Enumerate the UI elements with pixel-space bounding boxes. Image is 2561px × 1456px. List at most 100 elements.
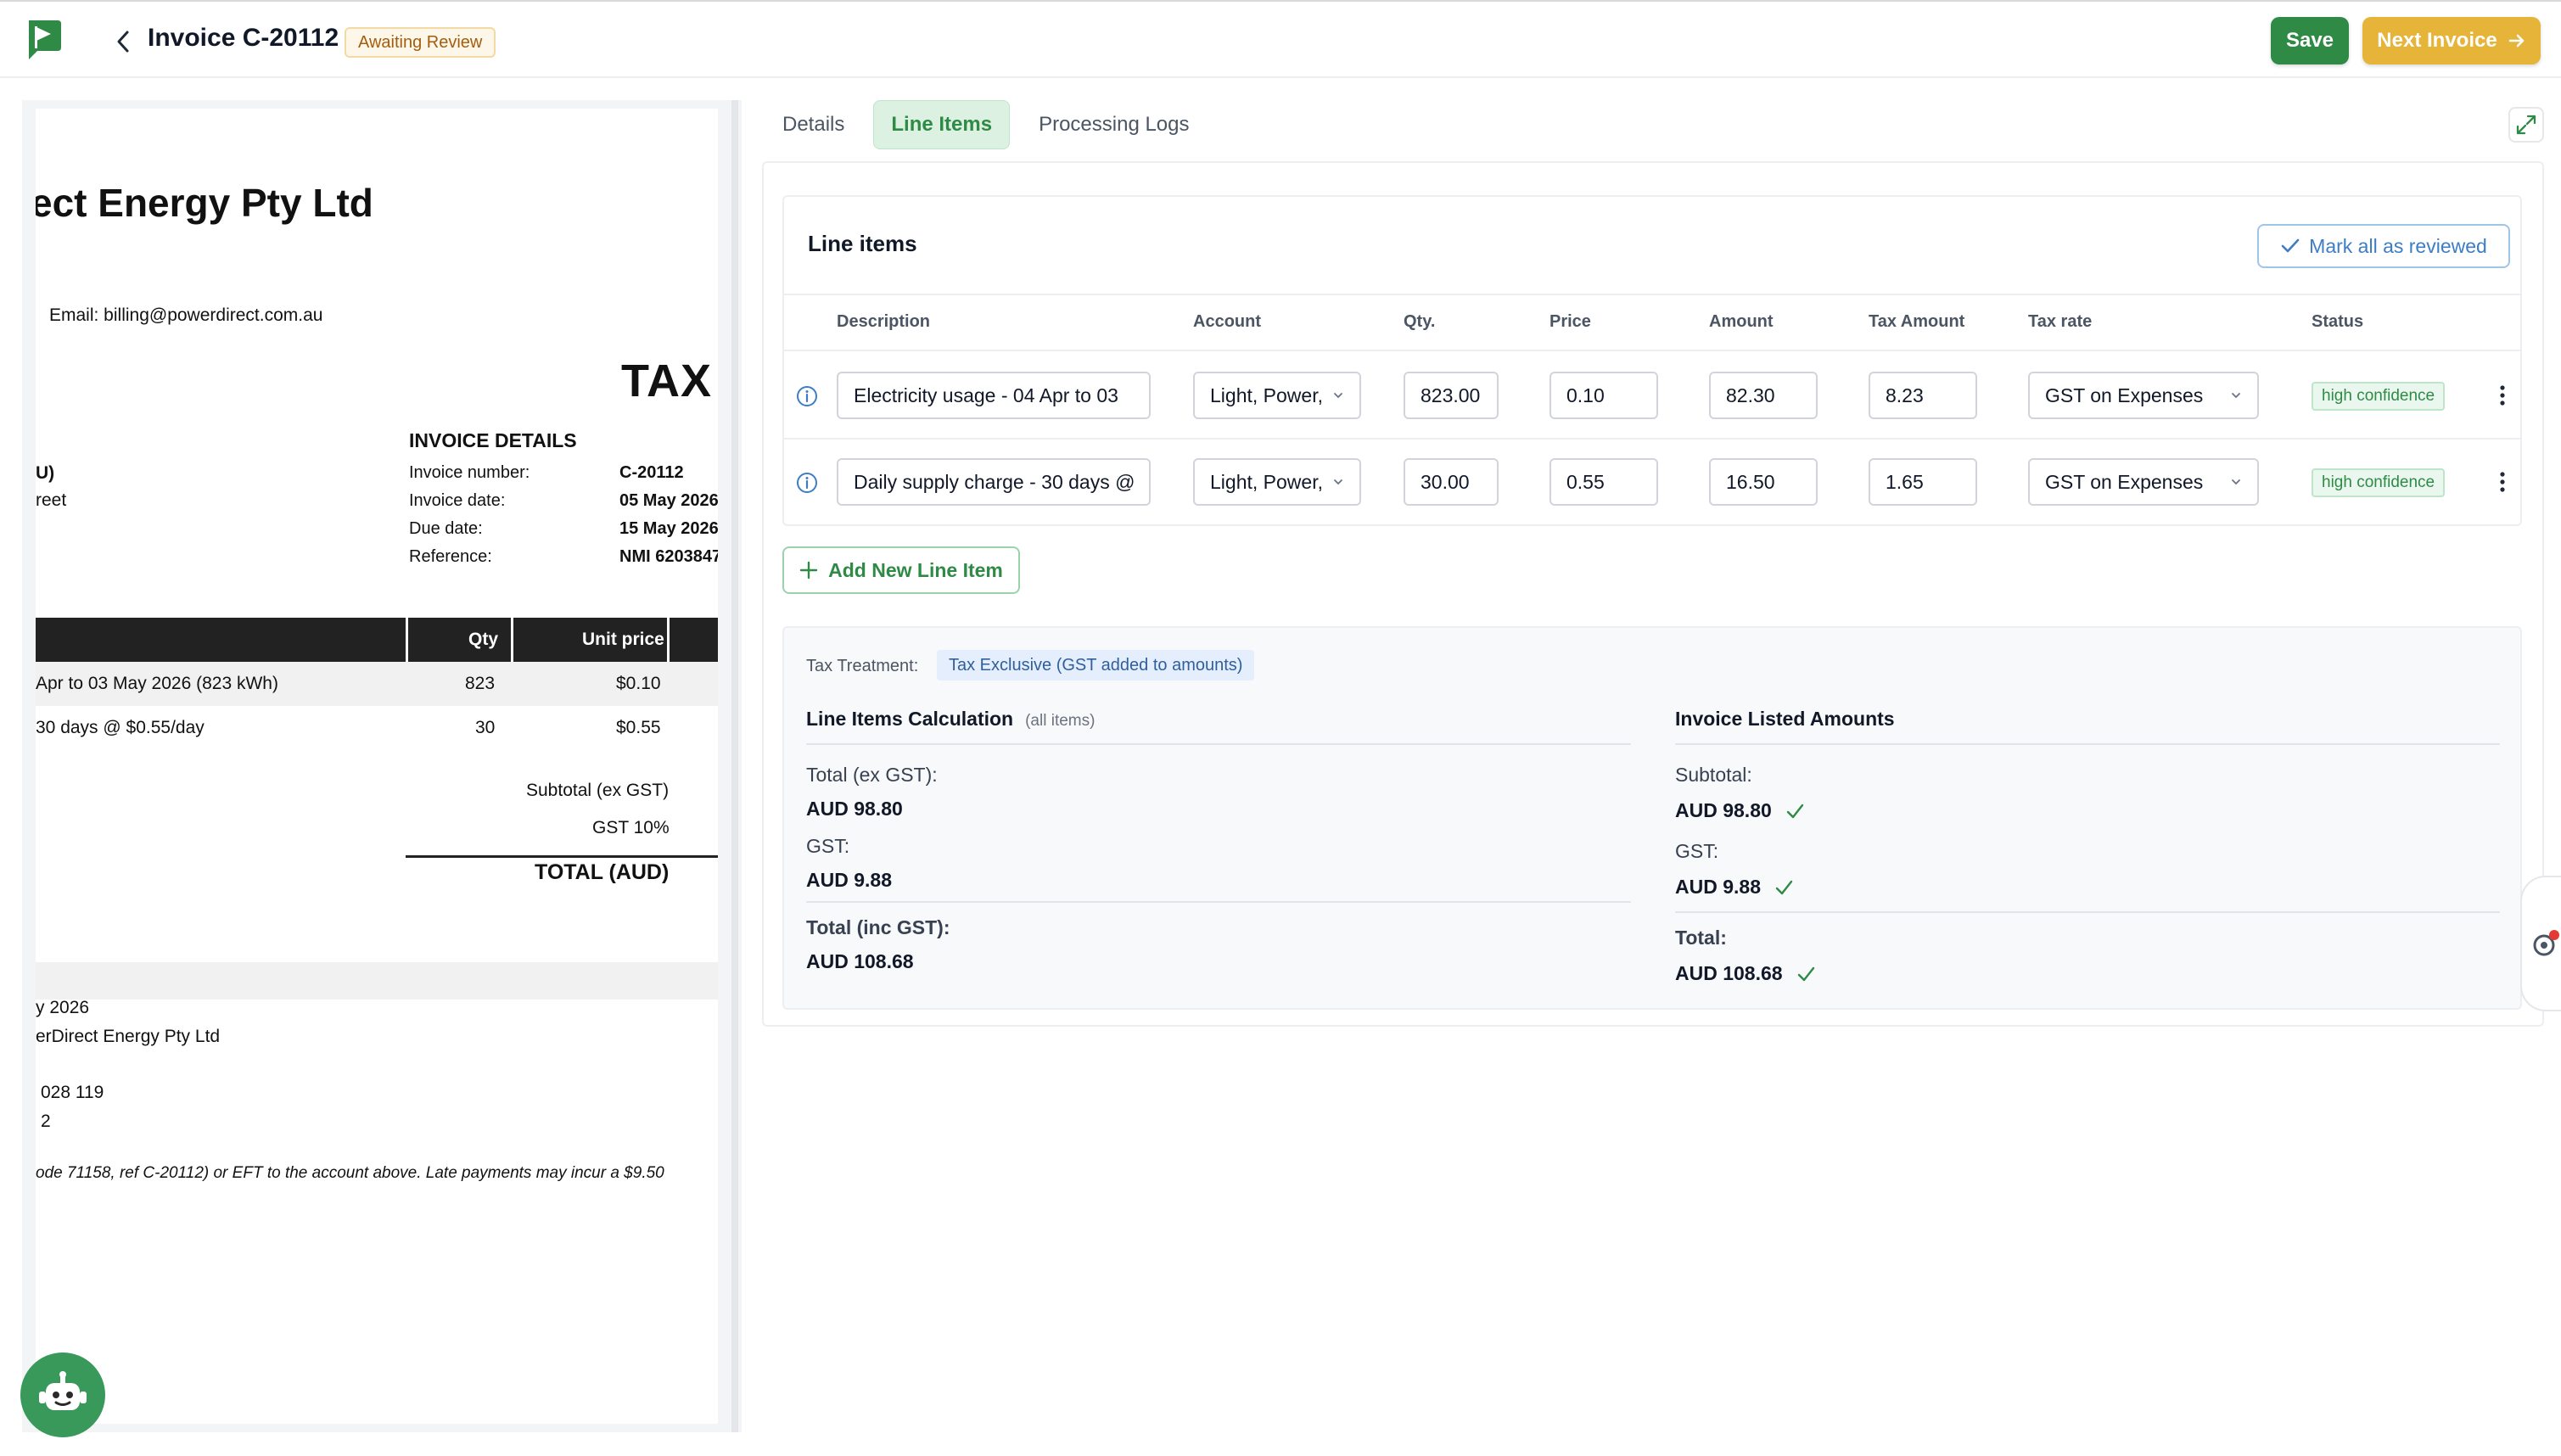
col-description: Description — [837, 312, 931, 331]
tax-rate-select-value: GST on Expenses — [2045, 384, 2204, 406]
chevron-down-icon — [2232, 393, 2240, 399]
amount-input[interactable]: 16.50 — [1709, 458, 1818, 506]
calc-value: AUD 108.68 — [806, 950, 914, 972]
listed-value-row: AUD 9.88 — [1675, 876, 1793, 899]
tab-processing-logs[interactable]: Processing Logs — [1022, 100, 1206, 149]
description-input[interactable]: Electricity usage - 04 Apr to 03 — [837, 372, 1151, 419]
add-line-item-label: Add New Line Item — [828, 558, 1003, 581]
check-icon — [1786, 804, 1803, 818]
doc-tax-heading: TAX — [621, 356, 712, 406]
save-button[interactable]: Save — [2271, 17, 2349, 64]
doc-col-divider — [406, 618, 408, 662]
status-badge: high confidence — [2312, 468, 2446, 497]
doc-detail-value: 15 May 2026 — [619, 519, 718, 538]
invoice-preview-pane[interactable]: ect Energy Pty Ltd Email: billing@powerd… — [22, 100, 742, 1432]
tax-rate-select[interactable]: GST on Expenses — [2028, 458, 2259, 506]
top-bar: Invoice C-20112 Awaiting Review Save Nex… — [0, 0, 2561, 78]
back-chevron-icon[interactable] — [110, 27, 136, 56]
plus-icon — [799, 561, 818, 580]
feedback-icon — [2533, 930, 2559, 956]
tax-amount-input[interactable]: 8.23 — [1869, 372, 1977, 419]
line-items-title: Line items — [808, 231, 917, 256]
divider — [784, 294, 2520, 295]
mark-all-reviewed-button[interactable]: Mark all as reviewed — [2257, 224, 2510, 268]
divider — [1675, 743, 2500, 745]
doc-detail-value: C-20112 — [619, 463, 684, 482]
price-input[interactable]: 0.55 — [1549, 458, 1658, 506]
tab-line-items[interactable]: Line Items — [873, 100, 1011, 149]
chevron-down-icon — [2232, 479, 2240, 485]
doc-total-rule — [406, 855, 718, 858]
calc-label: Total (inc GST): — [806, 916, 950, 938]
next-invoice-button[interactable]: Next Invoice — [2362, 17, 2541, 64]
listed-value: AUD 9.88 — [1675, 876, 1761, 898]
doc-row-qty: 823 — [465, 674, 496, 693]
col-tax-amount: Tax Amount — [1869, 312, 1965, 331]
tax-treatment-badge: Tax Exclusive (GST added to amounts) — [937, 650, 1255, 680]
line-items-card: Line items Mark all as reviewed Descript… — [782, 195, 2522, 526]
doc-row-desc: 30 days @ $0.55/day — [36, 718, 205, 737]
status-badge: Awaiting Review — [345, 27, 496, 58]
tax-treatment-label: Tax Treatment: — [806, 657, 919, 675]
divider — [1675, 911, 2500, 913]
col-amount: Amount — [1709, 312, 1774, 331]
check-icon — [1775, 880, 1793, 894]
line-items-calculation-subtitle: (all items) — [1025, 712, 1096, 730]
listed-label: Total: — [1675, 927, 1727, 949]
feedback-side-tab[interactable] — [2520, 876, 2561, 1011]
tab-details[interactable]: Details — [765, 100, 861, 149]
qty-input[interactable]: 30.00 — [1404, 458, 1499, 506]
col-account: Account — [1193, 312, 1261, 331]
line-items-calculation-title: Line Items Calculation — [806, 708, 1014, 730]
app-logo-icon[interactable] — [25, 19, 63, 61]
invoice-document: ect Energy Pty Ltd Email: billing@powerd… — [36, 109, 718, 1424]
doc-total-label: TOTAL (AUD) — [535, 860, 670, 884]
divider — [806, 901, 1631, 903]
listed-label: Subtotal: — [1675, 764, 1752, 786]
tax-rate-select[interactable]: GST on Expenses — [2028, 372, 2259, 419]
doc-footer-line: erDirect Energy Pty Ltd — [36, 1027, 221, 1046]
description-input[interactable]: Daily supply charge - 30 days @ — [837, 458, 1151, 506]
assistant-bot-icon[interactable] — [20, 1352, 105, 1437]
doc-grey-band — [36, 962, 718, 1000]
doc-footer-line: y 2026 — [36, 998, 90, 1017]
arrow-right-icon — [2508, 34, 2524, 48]
price-input[interactable]: 0.10 — [1549, 372, 1658, 419]
doc-detail-value: NMI 6203847 — [619, 547, 718, 566]
chevron-down-icon — [1334, 393, 1342, 399]
mark-all-reviewed-label: Mark all as reviewed — [2309, 234, 2487, 257]
more-options-icon[interactable] — [2490, 378, 2515, 412]
next-invoice-label: Next Invoice — [2377, 29, 2497, 52]
col-status: Status — [2312, 312, 2364, 331]
account-select[interactable]: Light, Power, — [1193, 372, 1361, 419]
doc-col-divider — [667, 618, 670, 662]
account-select-value: Light, Power, — [1210, 470, 1323, 493]
pane-resize-handle[interactable] — [731, 100, 738, 1432]
tax-rate-select-value: GST on Expenses — [2045, 470, 2204, 493]
tab-bar: Details Line Items Processing Logs — [765, 100, 1207, 151]
line-items-calculation-heading: Line Items Calculation (all items) — [806, 708, 1095, 731]
listed-label: GST: — [1675, 840, 1719, 862]
page-title: Invoice C-20112 — [148, 24, 339, 52]
info-icon[interactable] — [796, 385, 818, 407]
add-line-item-button[interactable]: Add New Line Item — [782, 546, 1020, 594]
status-badge: high confidence — [2312, 382, 2446, 411]
expand-icon[interactable] — [2508, 107, 2544, 143]
totals-summary: Tax Treatment: Tax Exclusive (GST added … — [782, 626, 2522, 1010]
doc-row-desc: Apr to 03 May 2026 (823 kWh) — [36, 674, 278, 693]
col-qty: Qty. — [1404, 312, 1436, 331]
doc-col-unit-price: Unit price — [582, 630, 664, 649]
qty-input[interactable]: 823.00 — [1404, 372, 1499, 419]
doc-detail-value: 05 May 2026 — [619, 491, 718, 510]
doc-detail-label: Invoice date: — [409, 491, 506, 510]
listed-value-row: AUD 98.80 — [1675, 799, 1804, 822]
doc-footer-line: 2 — [41, 1112, 51, 1131]
info-icon[interactable] — [796, 472, 818, 494]
calc-label: Total (ex GST): — [806, 764, 938, 786]
more-options-icon[interactable] — [2490, 465, 2515, 499]
amount-input[interactable]: 82.30 — [1709, 372, 1818, 419]
account-select[interactable]: Light, Power, — [1193, 458, 1361, 506]
chevron-down-icon — [1334, 479, 1342, 485]
tax-amount-input[interactable]: 1.65 — [1869, 458, 1977, 506]
check-icon — [2281, 238, 2300, 253]
